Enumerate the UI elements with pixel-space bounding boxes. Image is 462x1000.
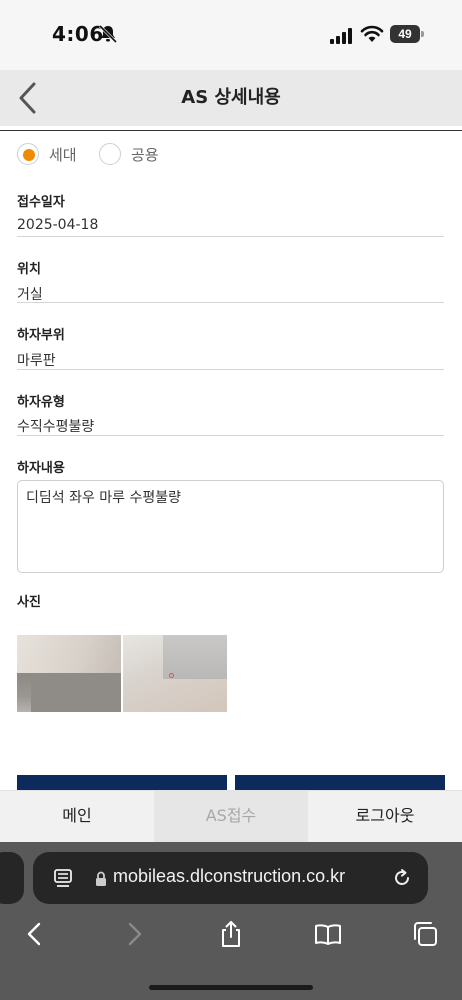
receipt-date-value: 2025-04-18 (17, 217, 99, 233)
browser-back-icon[interactable] (21, 920, 49, 948)
defect-type-label: 하자유형 (17, 395, 65, 410)
cellular-signal-icon (330, 28, 352, 44)
defect-type-value: 수직수평불량 (17, 419, 95, 435)
status-time: 4:06 (52, 22, 104, 46)
nav-as-receipt[interactable]: AS접수 (154, 791, 308, 843)
bottom-nav: 메인 AS접수 로그아웃 (0, 790, 462, 843)
url-text: mobileas.dlconstruction.co.kr (113, 866, 346, 886)
address-bar[interactable]: mobileas.dlconstruction.co.kr (33, 852, 428, 904)
field-underline (17, 236, 444, 237)
defect-content-textarea[interactable]: 디딤석 좌우 마루 수평불량 (17, 480, 444, 573)
page-title: AS 상세내용 (181, 87, 281, 108)
location-value: 거실 (17, 287, 43, 303)
back-button[interactable] (14, 80, 44, 116)
browser-forward-icon[interactable] (120, 920, 148, 948)
defect-part-label: 하자부위 (17, 328, 65, 343)
radio-label: 세대 (49, 146, 77, 164)
reader-icon[interactable] (53, 868, 73, 890)
photo-thumbnail[interactable] (17, 635, 121, 712)
radio-household[interactable]: 세대 (17, 143, 87, 167)
nav-logout[interactable]: 로그아웃 (308, 791, 462, 843)
lock-icon (96, 871, 106, 886)
defect-part-value: 마루판 (17, 353, 56, 369)
bell-muted-icon (98, 24, 118, 44)
radio-label: 공용 (131, 146, 159, 164)
field-underline (17, 302, 444, 303)
wifi-icon (360, 25, 384, 42)
radio-common[interactable]: 공용 (99, 143, 169, 167)
tabs-icon[interactable] (411, 920, 439, 948)
reload-icon[interactable] (391, 867, 413, 889)
nav-main[interactable]: 메인 (0, 791, 154, 843)
battery-level: 49 (398, 27, 412, 41)
photo-thumbnail[interactable] (123, 635, 227, 712)
app-header: AS 상세내용 (0, 70, 462, 126)
radio-circle (99, 143, 121, 165)
status-bar: 4:06 49 (0, 0, 462, 70)
radio-circle (17, 143, 39, 165)
battery-indicator: 49 (390, 25, 424, 43)
previous-tab-peek[interactable] (0, 852, 24, 904)
defect-content-label: 하자내용 (17, 461, 65, 476)
location-label: 위치 (17, 262, 41, 277)
header-divider (0, 130, 462, 131)
field-underline (17, 435, 444, 436)
photos-label: 사진 (17, 595, 41, 610)
bookmarks-icon[interactable] (314, 920, 342, 948)
share-icon[interactable] (217, 920, 245, 948)
home-indicator (149, 985, 313, 990)
field-underline (17, 369, 444, 370)
browser-toolbar: mobileas.dlconstruction.co.kr (0, 842, 462, 1000)
receipt-date-label: 접수일자 (17, 195, 65, 210)
